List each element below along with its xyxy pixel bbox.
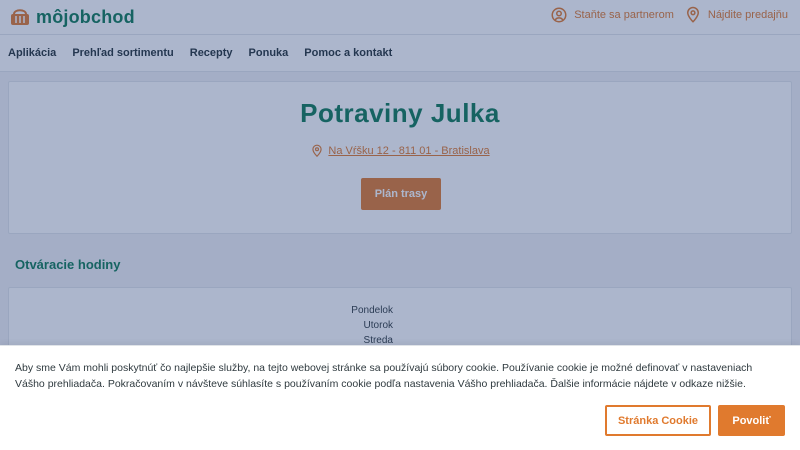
opening-hours-title: Otváracie hodiny bbox=[15, 257, 121, 272]
nav-item-prehlad-sortimentu[interactable]: Prehľad sortimentu bbox=[72, 47, 173, 59]
partner-link[interactable]: Staňte sa partnerom bbox=[550, 6, 674, 24]
nav-item-ponuka[interactable]: Ponuka bbox=[249, 47, 289, 59]
allow-cookies-button[interactable]: Povoliť bbox=[718, 405, 785, 436]
top-header: môjobchod Staňte sa partnerom Nájdite pr… bbox=[0, 0, 800, 35]
map-pin-icon bbox=[686, 6, 699, 23]
nav-item-pomoc-a-kontakt[interactable]: Pomoc a kontakt bbox=[304, 47, 392, 59]
main-navigation: Aplikácia Prehľad sortimentu Recepty Pon… bbox=[0, 35, 800, 72]
header-links: Staňte sa partnerom Nájdite predajňu bbox=[550, 6, 788, 24]
cookie-banner: Aby sme Vám mohli poskytnúť čo najlepšie… bbox=[0, 345, 800, 450]
route-plan-button[interactable]: Plán trasy bbox=[361, 178, 441, 210]
map-pin-icon bbox=[312, 144, 323, 158]
cookie-banner-text: Aby sme Vám mohli poskytnúť čo najlepšie… bbox=[15, 362, 753, 390]
find-store-link[interactable]: Nájdite predajňu bbox=[684, 6, 788, 24]
store-name: Potraviny Julka bbox=[300, 98, 500, 128]
partner-link-label: Staňte sa partnerom bbox=[574, 9, 674, 21]
nav-item-aplikacia[interactable]: Aplikácia bbox=[8, 47, 56, 59]
day-list: Pondelok Utorok Streda bbox=[9, 303, 393, 348]
site-logo[interactable]: môjobchod bbox=[8, 4, 135, 30]
day-monday: Pondelok bbox=[351, 305, 393, 316]
store-address-link[interactable]: Na Vŕšku 12 - 811 01 - Bratislava bbox=[9, 144, 791, 158]
logo-text: môjobchod bbox=[36, 6, 135, 27]
cookie-settings-button[interactable]: Stránka Cookie bbox=[605, 405, 711, 436]
basket-icon bbox=[11, 9, 29, 25]
day-tuesday: Utorok bbox=[363, 320, 393, 331]
find-store-link-label: Nájdite predajňu bbox=[707, 9, 788, 21]
store-card: Potraviny Julka Na Vŕšku 12 - 811 01 - B… bbox=[8, 81, 792, 234]
user-circle-icon bbox=[551, 7, 567, 23]
store-address-text: Na Vŕšku 12 - 811 01 - Bratislava bbox=[328, 145, 490, 157]
nav-item-recepty[interactable]: Recepty bbox=[190, 47, 233, 59]
